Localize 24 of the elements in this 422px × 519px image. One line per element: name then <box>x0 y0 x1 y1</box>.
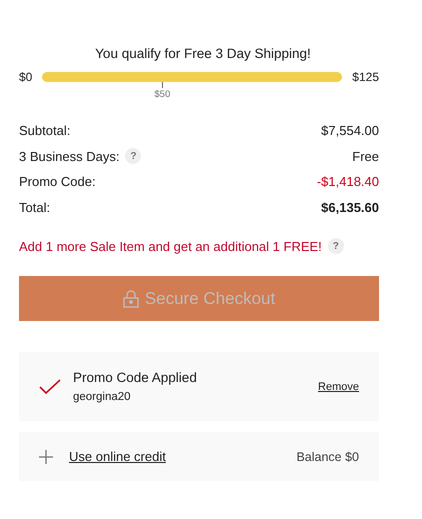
max-label: $125 <box>352 70 379 84</box>
summary-value: Free <box>352 148 379 164</box>
lock-icon <box>122 290 139 308</box>
tick-mark <box>162 82 164 88</box>
shipping-message: You qualify for Free 3 Day Shipping! <box>94 46 312 61</box>
tick-label: $50 <box>154 89 170 100</box>
summary-label: Promo Code: <box>19 174 96 190</box>
promo-code: georgina20 <box>73 391 132 403</box>
help-icon[interactable]: ? <box>125 148 142 164</box>
balance-text: Balance $0 <box>296 450 359 464</box>
credit-link[interactable]: Use online credit <box>69 449 296 464</box>
remove-link[interactable]: Remove <box>318 380 359 392</box>
summary-label: 3 Business Days: <box>19 148 120 164</box>
summary-value: -$1,418.40 <box>316 174 379 190</box>
summary-value: $6,135.60 <box>321 200 379 215</box>
plus-icon <box>39 450 53 464</box>
summary-value: $7,554.00 <box>321 123 379 138</box>
help-icon[interactable]: ? <box>328 238 344 254</box>
promo-title: Promo Code Applied <box>73 370 198 385</box>
summary-label: Subtotal: <box>19 123 70 138</box>
check-icon <box>39 378 61 394</box>
min-label: $0 <box>19 70 32 84</box>
summary-label: Total: <box>19 200 50 215</box>
sale-notice: Add 1 more Sale Item and get an additional 1 FREE! <box>19 238 322 254</box>
